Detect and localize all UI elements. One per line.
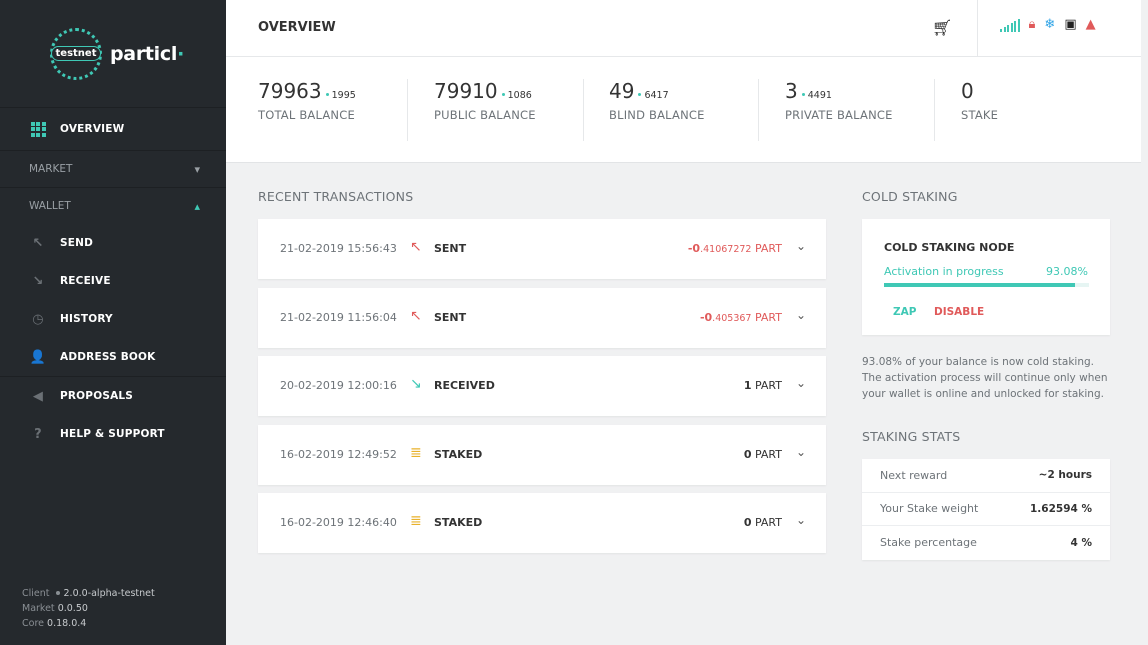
warning-icon[interactable]: ▲ [1086, 18, 1096, 32]
nav-address-book[interactable]: 👤 ADDRESS BOOK [0, 338, 226, 376]
stat-row: Stake percentage 4 % [880, 536, 1092, 550]
chevron-down-icon: ▾ [194, 162, 200, 176]
transaction-row[interactable]: 21-02-2019 11:56:04 ↖ SENT -0.405367 PAR… [258, 288, 826, 348]
stat-row: Next reward ~2 hours [862, 459, 1110, 493]
disable-button[interactable]: DISABLE [934, 306, 984, 318]
cold-staking-title: COLD STAKING [862, 189, 958, 204]
clock-icon: ◷ [32, 311, 44, 327]
signal-icon[interactable] [1000, 18, 1020, 32]
scrollbar[interactable] [1141, 0, 1148, 645]
grid-icon [30, 121, 46, 137]
lock-icon[interactable]: 🔒︎ [1029, 18, 1036, 32]
nav-receive[interactable]: ↘ RECEIVE [0, 262, 226, 300]
tx-type: SENT [434, 311, 467, 324]
cold-staking-note: 93.08% of your balance is now cold staki… [862, 356, 1108, 400]
sidebar: testnet particl· OVERVIEW MARKET ▾ WALLE… [0, 0, 226, 645]
console-icon[interactable]: ▣ [1064, 18, 1076, 32]
nav-wallet-label: WALLET [29, 200, 71, 212]
chevron-down-icon[interactable]: ⌄ [796, 513, 806, 527]
transaction-row[interactable]: 16-02-2019 12:49:52 ≣ STAKED 0 PART ⌄ [258, 425, 826, 485]
chevron-down-icon[interactable]: ⌄ [796, 376, 806, 390]
nav-address-book-label: ADDRESS BOOK [60, 351, 156, 363]
top-header: OVERVIEW 🛒︎ 🔒︎ ❄ ▣ ▲ [226, 0, 1141, 57]
tx-amount: 0 PART [743, 448, 782, 461]
cart-icon[interactable]: 🛒︎ [932, 18, 952, 37]
nav-wallet-header[interactable]: WALLET ▴ [0, 187, 226, 224]
particl-logo-icon: testnet [50, 27, 102, 80]
status-icons: 🔒︎ ❄ ▣ ▲ [1000, 18, 1096, 32]
tx-amount: 1 PART [743, 379, 782, 392]
send-icon: ↖ [32, 235, 44, 251]
nav-proposals[interactable]: ◀ PROPOSALS [0, 377, 226, 415]
page-title: OVERVIEW [258, 20, 336, 35]
cold-staking-card: COLD STAKING NODE Activation in progress… [862, 219, 1110, 335]
chevron-down-icon[interactable]: ⌄ [796, 445, 806, 459]
zap-button[interactable]: ZAP [893, 306, 916, 318]
nav-overview-label: OVERVIEW [60, 123, 125, 135]
nav-send[interactable]: ↖ SEND [0, 224, 226, 262]
tx-date: 16-02-2019 12:49:52 [280, 448, 397, 461]
cold-staking-node-title: COLD STAKING NODE [884, 241, 1015, 254]
coins-icon: ≣ [410, 445, 422, 461]
balance-public: 79910 1086 PUBLIC BALANCE [434, 79, 536, 122]
nav-help-label: HELP & SUPPORT [60, 428, 165, 440]
activation-progress-bar [884, 283, 1089, 287]
testnet-badge: testnet [50, 46, 102, 61]
nav-overview[interactable]: OVERVIEW [0, 108, 226, 150]
nav-receive-label: RECEIVE [60, 275, 111, 287]
nav-market-header[interactable]: MARKET ▾ [0, 150, 226, 187]
tx-date: 21-02-2019 11:56:04 [280, 311, 397, 324]
transaction-row[interactable]: 20-02-2019 12:00:16 ↘ RECEIVED 1 PART ⌄ [258, 356, 826, 416]
chevron-down-icon[interactable]: ⌄ [796, 308, 806, 322]
activation-percent: 93.08% [1046, 265, 1088, 278]
coins-icon: ≣ [410, 513, 422, 529]
tx-amount: -0.41067272 PART [687, 242, 782, 255]
megaphone-icon: ◀ [32, 388, 44, 404]
tx-amount: 0 PART [743, 516, 782, 529]
send-icon: ↖ [410, 308, 422, 324]
nav-send-label: SEND [60, 237, 94, 249]
activation-label: Activation in progress [884, 265, 1004, 278]
logo[interactable]: testnet particl· [0, 0, 226, 108]
nav-proposals-label: PROPOSALS [60, 390, 134, 402]
help-icon: ? [34, 426, 42, 442]
nav-market-label: MARKET [29, 163, 73, 175]
receive-icon: ↘ [32, 273, 44, 289]
tx-type: SENT [434, 242, 467, 255]
receive-icon: ↘ [410, 376, 422, 392]
balance-private: 3 4491 PRIVATE BALANCE [785, 79, 893, 122]
staking-stats-title: STAKING STATS [862, 429, 961, 444]
transaction-row[interactable]: 16-02-2019 12:46:40 ≣ STAKED 0 PART ⌄ [258, 493, 826, 553]
tx-amount: -0.405367 PART [699, 311, 782, 324]
chevron-down-icon[interactable]: ⌄ [796, 239, 806, 253]
balance-blind: 49 6417 BLIND BALANCE [609, 79, 705, 122]
address-book-icon: 👤 [29, 349, 47, 365]
send-icon: ↖ [410, 239, 422, 255]
chevron-up-icon: ▴ [194, 199, 200, 213]
nav-help[interactable]: ? HELP & SUPPORT [0, 415, 226, 453]
tx-date: 16-02-2019 12:46:40 [280, 516, 397, 529]
tx-type: RECEIVED [434, 379, 495, 392]
tx-type: STAKED [434, 516, 483, 529]
balance-total: 79963 1995 TOTAL BALANCE [258, 79, 356, 122]
balances-bar: 79963 1995 TOTAL BALANCE 79910 1086 PUBLIC… [226, 57, 1141, 163]
version-info: Client 2.0.0-alpha-testnet Market 0.0.50 … [22, 588, 155, 629]
staking-stats-table: Next reward ~2 hours Your Stake weight 1… [862, 459, 1110, 560]
tx-date: 21-02-2019 15:56:43 [280, 242, 397, 255]
nav-history-label: HISTORY [60, 313, 113, 325]
tx-date: 20-02-2019 12:00:16 [280, 379, 397, 392]
stat-row: Your Stake weight 1.62594 % [862, 493, 1110, 526]
nav-history[interactable]: ◷ HISTORY [0, 300, 226, 338]
transaction-row[interactable]: 21-02-2019 15:56:43 ↖ SENT -0.41067272 P… [258, 219, 826, 279]
balance-stake: 0 STAKE [961, 79, 999, 122]
tx-type: STAKED [434, 448, 483, 461]
snowflake-icon[interactable]: ❄ [1044, 18, 1055, 32]
recent-transactions-title: RECENT TRANSACTIONS [258, 189, 414, 204]
logo-text: particl· [110, 42, 184, 65]
